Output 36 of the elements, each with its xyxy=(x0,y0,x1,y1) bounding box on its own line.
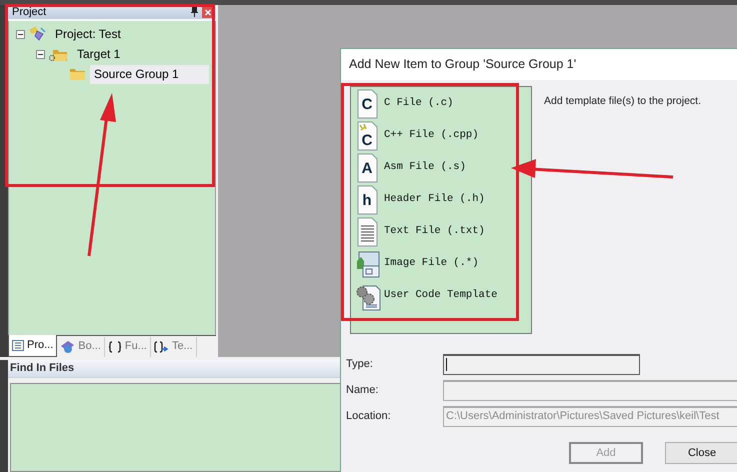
field-label: Location: xyxy=(346,408,392,424)
image-file-icon xyxy=(355,249,381,279)
text-cursor xyxy=(446,358,447,371)
template-icon xyxy=(154,340,169,352)
input-field[interactable] xyxy=(443,354,640,374)
description-text: Add template file(s) to the project. xyxy=(544,94,701,109)
braces-icon xyxy=(108,340,122,352)
template-item[interactable]: C C File (.c) xyxy=(354,88,454,120)
template-item[interactable]: Text File (.txt) xyxy=(354,216,485,248)
list-icon xyxy=(12,340,24,350)
panel-title: Project xyxy=(11,6,46,18)
pin-icon[interactable] xyxy=(191,7,198,17)
field-label: Type: xyxy=(346,356,374,372)
collapse-icon[interactable] xyxy=(16,30,25,38)
collapse-icon[interactable] xyxy=(36,50,45,58)
panel-title: Find In Files xyxy=(9,361,74,376)
template-item[interactable]: C C++ File (.cpp) xyxy=(354,120,479,152)
file-icon: h xyxy=(357,185,379,215)
text-file-icon xyxy=(357,217,379,247)
template-item[interactable]: A Asm File (.s) xyxy=(354,152,466,184)
template-item[interactable]: h Header File (.h) xyxy=(354,184,485,216)
tree-item[interactable]: Project: Test xyxy=(51,24,125,44)
file-icon: C xyxy=(357,121,379,151)
tree-item[interactable]: Source Group 1 xyxy=(90,64,209,84)
project-icon xyxy=(29,26,47,42)
template-item[interactable]: User Code Template xyxy=(354,280,498,312)
panel-tab[interactable]: Pro... xyxy=(8,334,58,356)
input-field[interactable] xyxy=(443,380,737,400)
dialog-button[interactable]: Close xyxy=(665,442,737,464)
file-icon: C xyxy=(357,89,379,119)
file-icon: A xyxy=(357,153,379,183)
folder-icon xyxy=(69,68,86,80)
dialog-title: Add New Item to Group 'Source Group 1' xyxy=(349,56,576,74)
tree-item[interactable]: Target 1 xyxy=(73,44,124,64)
template-item[interactable]: Image File (.*) xyxy=(354,248,479,280)
field-label: Name: xyxy=(346,382,380,398)
